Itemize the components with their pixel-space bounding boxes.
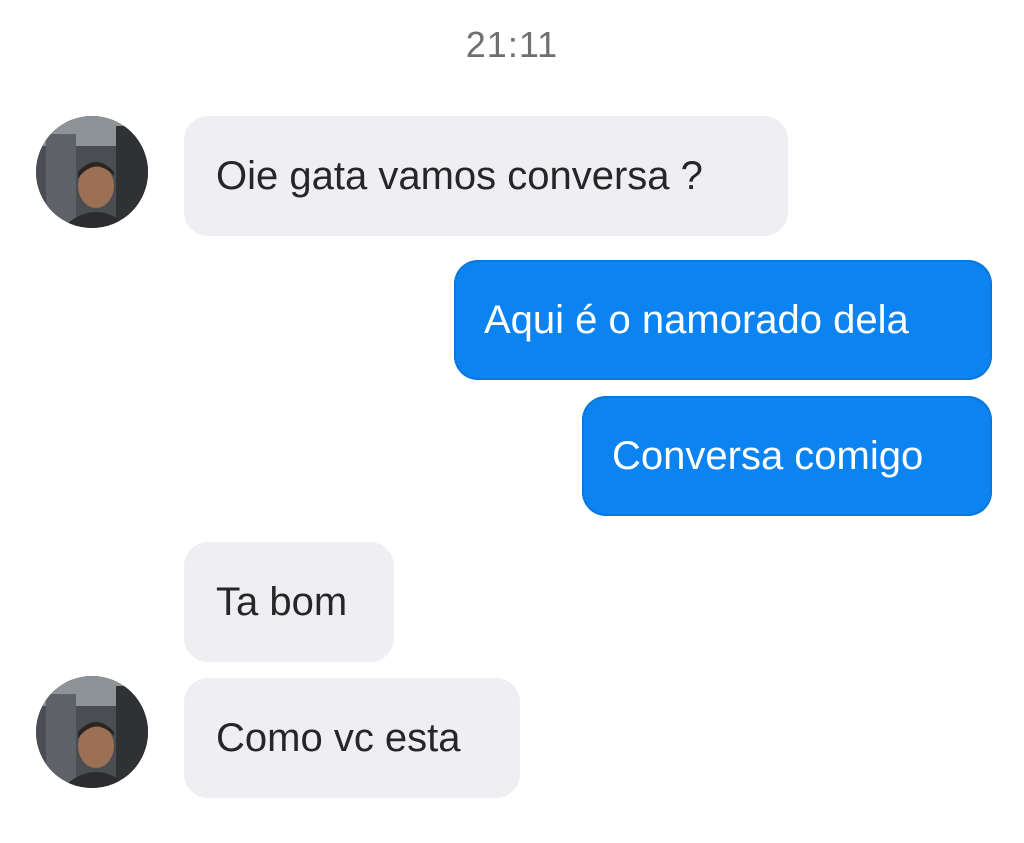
message-bubble-outgoing[interactable]: Conversa comigo <box>582 396 992 516</box>
contact-avatar-icon[interactable] <box>36 676 148 788</box>
message-text: Como vc esta <box>216 715 461 760</box>
message-bubble-outgoing[interactable]: Aqui é o namorado dela <box>454 260 992 380</box>
message-bubble-incoming[interactable]: Ta bom <box>184 542 394 662</box>
avatar-photo-icon <box>36 676 148 788</box>
message-timestamp: 21:11 <box>465 24 559 65</box>
message-bubble-incoming[interactable]: Como vc esta <box>184 678 520 798</box>
message-text: Ta bom <box>216 579 348 624</box>
avatar-photo-icon <box>36 116 148 228</box>
message-bubble-incoming[interactable]: Oie gata vamos conversa ? <box>184 116 788 236</box>
message-text: Conversa comigo <box>612 433 924 478</box>
message-text: Oie gata vamos conversa ? <box>216 153 703 198</box>
contact-avatar-icon[interactable] <box>36 116 148 228</box>
message-text: Aqui é o namorado dela <box>484 297 909 342</box>
